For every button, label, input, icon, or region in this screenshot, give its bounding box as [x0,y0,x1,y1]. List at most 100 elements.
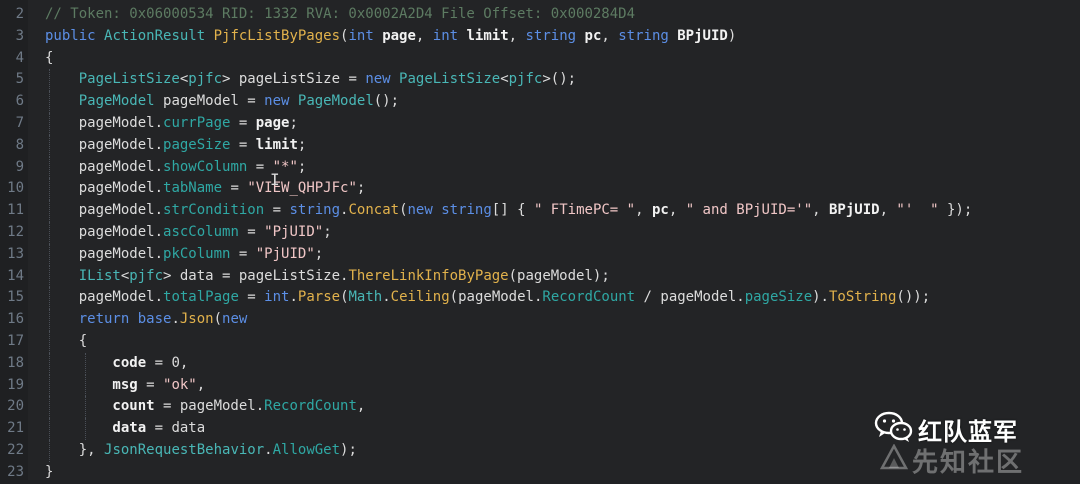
line-number: 15 [7,289,24,306]
code-token: ; [297,158,307,175]
code-token: ToString [828,289,897,306]
code-token: ; [356,180,366,197]
code-token: limit [466,27,509,44]
indent-guide [49,91,50,113]
code-editor[interactable]: 2 // Token: 0x06000534 RID: 1332 RVA: 0x0… [0,0,1080,480]
code-token: totalPage [163,289,239,306]
code-text: pageModel.showColumn = "*"; [45,157,307,179]
code-token: Ceiling [390,289,450,306]
code-line[interactable]: 7 pageModel.currPage = page; [0,112,1080,135]
code-token: = pageModel. [154,398,265,415]
code-token: = [230,136,256,153]
code-token: = [137,376,164,393]
code-line[interactable]: 12 pageModel.ascColumn = "PjUID"; [0,221,1080,244]
code-token: }, [45,441,105,458]
code-token: int [432,27,467,44]
indent-guide [49,112,50,135]
code-line[interactable]: 10 pageModel.tabName = "VIEW_QHPJFc"; [0,178,1080,201]
code-token: = [247,158,273,175]
code-line[interactable]: 17 { [0,330,1080,353]
code-token: , [196,376,206,393]
line-number: 18 [7,354,24,371]
line-number: 8 [15,136,24,153]
code-token: currPage [163,114,231,131]
line-number: 12 [7,223,24,240]
code-token: int [264,289,290,306]
code-token: = [264,202,290,219]
code-line[interactable]: 4{ [0,48,1080,70]
code-token: AllowGet [272,441,341,458]
code-token: ). [812,289,829,306]
code-text: return base.Json(new [45,309,248,331]
code-token: = 0, [146,354,189,371]
code-line[interactable]: 15 pageModel.totalPage = int.Parse(Math.… [0,287,1080,310]
code-token: pjfc [508,71,543,88]
code-line[interactable]: 3 public ActionResult PjfcListByPages(int… [0,26,1080,48]
code-token: } [45,463,54,480]
code-token: }); [938,202,973,219]
code-token: RecordCount [264,398,357,415]
indent-guide [49,287,50,310]
code-token: = [222,180,248,197]
line-number: 19 [7,376,24,393]
code-token: pageModel. [45,245,164,262]
code-token: . [171,311,180,328]
indent-guide [49,221,50,244]
code-token: . [382,289,391,306]
code-line[interactable]: 11 pageModel.strCondition = string.Conca… [0,200,1080,222]
line-number: 14 [7,267,24,284]
code-text: // Token: 0x06000534 RID: 1332 RVA: 0x00… [45,4,635,26]
code-line[interactable]: 5 PageListSize<pjfc> pageListSize = new … [0,69,1080,92]
code-token: string [289,202,341,219]
indent-guide [49,243,50,266]
code-line[interactable]: 14 IList<pjfc> data = pageListSize.There… [0,265,1080,288]
code-token: new [365,71,400,88]
indent-guide [49,374,50,397]
code-text: pageModel.strCondition = string.Concat(n… [45,200,973,222]
code-text: IList<pjfc> data = pageListSize.ThereLin… [45,266,610,288]
code-token: Concat [348,202,400,219]
line-number: 11 [7,202,24,219]
code-token: pageModel. [45,202,164,219]
code-line[interactable]: 13 pageModel.pkColumn = "PjUID"; [0,243,1080,266]
code-text: { [45,331,87,353]
code-line[interactable]: 9 pageModel.showColumn = "*"; [0,156,1080,179]
code-text: code = 0, [45,353,188,375]
code-token: Parse [297,289,341,306]
code-token: page [255,114,290,131]
line-number: 10 [7,180,24,197]
code-token: pageModel. [45,136,164,153]
code-text: msg = "ok", [45,375,205,397]
code-token: ( [340,289,349,306]
code-line[interactable]: 16 return base.Json(new [0,309,1080,331]
code-token: ()); [896,289,931,306]
line-number: 3 [15,27,24,44]
code-text: pageModel.ascColumn = "PjUID"; [45,222,332,244]
code-token: ); [340,441,357,458]
line-number: 17 [7,332,24,349]
code-line[interactable]: 6 PageModel pageModel = new PageModel(); [0,91,1080,113]
code-token: ; [297,136,307,153]
code-token: " FTimePC= " [533,202,636,219]
code-token: pageModel. [45,289,164,306]
indent-guide [85,352,86,375]
code-line[interactable]: 8 pageModel.pageSize = limit; [0,134,1080,157]
code-token: (); [373,93,400,110]
code-token: ActionResult [104,27,214,44]
code-line[interactable]: 18 code = 0, [0,352,1080,375]
indent-guide [49,330,50,353]
code-line[interactable]: 2 // Token: 0x06000534 RID: 1332 RVA: 0x0… [0,4,1080,26]
code-token: > [222,71,239,88]
line-number: 22 [7,441,24,458]
code-token: ; [314,245,324,262]
code-token: // Token: 0x06000534 RID: 1332 RVA: 0x00… [45,6,636,22]
code-token: return [45,311,138,328]
code-text: }, JsonRequestBehavior.AllowGet); [45,440,357,462]
code-token: { [45,332,88,349]
code-line[interactable]: 19 msg = "ok", [0,374,1080,397]
code-text: pageModel.pkColumn = "PjUID"; [45,244,324,266]
code-token: PjfcListByPages [213,27,341,44]
code-token: , [508,27,526,44]
code-token: public [45,27,105,44]
code-token: "' " [896,202,939,219]
